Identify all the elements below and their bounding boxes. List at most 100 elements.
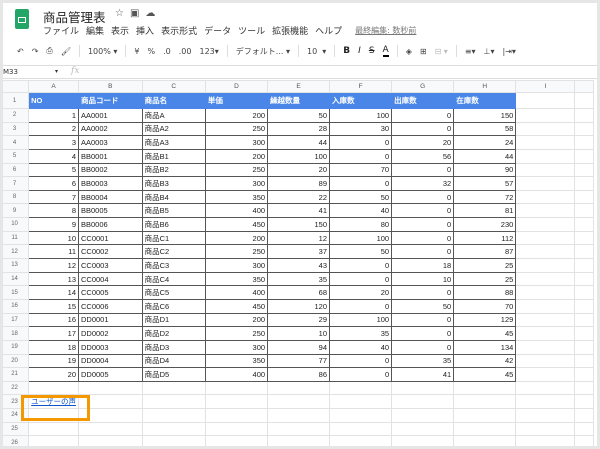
- cell[interactable]: 0: [391, 339, 455, 355]
- cell[interactable]: 30: [329, 121, 393, 137]
- cell[interactable]: 100: [329, 312, 393, 328]
- cell[interactable]: [515, 230, 576, 246]
- cell[interactable]: [574, 244, 594, 260]
- cell[interactable]: 0: [391, 108, 455, 123]
- cell[interactable]: [267, 435, 331, 446]
- zoom-select[interactable]: 100% ▾: [88, 47, 117, 56]
- chevron-down-icon[interactable]: ▾: [55, 68, 58, 75]
- cell[interactable]: [574, 326, 594, 341]
- cell[interactable]: 300: [204, 339, 269, 355]
- align-left-icon[interactable]: ≡▾: [465, 47, 476, 56]
- cell[interactable]: [204, 380, 269, 396]
- cell[interactable]: 100: [267, 148, 331, 164]
- cell[interactable]: [515, 271, 576, 287]
- cell[interactable]: AA0001: [78, 108, 143, 123]
- cell[interactable]: 90: [453, 162, 517, 178]
- number-format-button[interactable]: 123▾: [199, 47, 218, 56]
- cell[interactable]: 商品C5: [141, 285, 206, 300]
- cell[interactable]: [574, 298, 594, 314]
- row-header[interactable]: 3: [3, 121, 30, 137]
- cell[interactable]: 300: [204, 135, 269, 150]
- cell[interactable]: 72: [453, 189, 517, 205]
- font-size-select[interactable]: 10 ▾: [307, 47, 326, 56]
- cell[interactable]: [574, 435, 594, 446]
- cell[interactable]: [515, 435, 576, 446]
- cell[interactable]: CC0006: [78, 298, 143, 314]
- row-header[interactable]: 26: [3, 435, 30, 446]
- cell[interactable]: 20: [391, 135, 455, 150]
- cell[interactable]: DD0001: [78, 312, 143, 328]
- cell[interactable]: [267, 421, 331, 437]
- cell[interactable]: [391, 435, 455, 446]
- cell[interactable]: [391, 394, 455, 410]
- cell[interactable]: 10: [28, 230, 79, 246]
- cell[interactable]: [574, 189, 594, 205]
- header-cell[interactable]: 在庫数: [453, 92, 517, 109]
- cell[interactable]: 25: [453, 258, 517, 273]
- menu-item[interactable]: 編集: [86, 24, 104, 37]
- row-header[interactable]: 16: [3, 298, 30, 314]
- cell[interactable]: [515, 148, 576, 164]
- cell[interactable]: 300: [204, 258, 269, 273]
- cell[interactable]: [574, 339, 594, 355]
- row-header[interactable]: 15: [3, 285, 30, 300]
- cell[interactable]: 134: [453, 339, 517, 355]
- cell[interactable]: 45: [453, 326, 517, 341]
- cell[interactable]: 20: [28, 367, 79, 382]
- cell[interactable]: 0: [391, 312, 455, 328]
- cell[interactable]: [329, 408, 393, 423]
- cell[interactable]: 商品B4: [141, 189, 206, 205]
- cell[interactable]: [574, 92, 594, 109]
- strikethrough-button[interactable]: S: [369, 46, 375, 56]
- merge-cells-icon[interactable]: ⊟ ▾: [435, 47, 448, 56]
- row-header[interactable]: 18: [3, 326, 30, 341]
- cell[interactable]: 41: [391, 367, 455, 382]
- cell[interactable]: 0: [329, 258, 393, 273]
- cell[interactable]: 0: [329, 271, 393, 287]
- cell[interactable]: 20: [267, 162, 331, 178]
- cell[interactable]: 43: [267, 258, 331, 273]
- cell[interactable]: 129: [453, 312, 517, 328]
- percent-button[interactable]: %: [148, 47, 156, 56]
- cell[interactable]: 50: [329, 189, 393, 205]
- cell[interactable]: 57: [453, 176, 517, 191]
- cell[interactable]: [329, 380, 393, 396]
- cell[interactable]: 0: [329, 367, 393, 382]
- cell[interactable]: 商品D3: [141, 339, 206, 355]
- row-header[interactable]: 6: [3, 162, 30, 178]
- cell[interactable]: 5: [28, 162, 79, 178]
- cell[interactable]: [453, 394, 517, 410]
- cell[interactable]: 250: [204, 326, 269, 341]
- borders-icon[interactable]: ⊞: [420, 47, 427, 56]
- star-icon[interactable]: ☆: [115, 8, 130, 19]
- cell[interactable]: 200: [204, 230, 269, 246]
- cell[interactable]: [141, 435, 206, 446]
- cell[interactable]: 15: [28, 298, 79, 314]
- cell[interactable]: 0: [391, 326, 455, 341]
- cell[interactable]: [391, 421, 455, 437]
- row-header[interactable]: 5: [3, 148, 30, 164]
- row-header[interactable]: 20: [3, 353, 30, 369]
- row-header[interactable]: 14: [3, 271, 30, 287]
- cell[interactable]: 商品C6: [141, 298, 206, 314]
- cell[interactable]: 0: [329, 148, 393, 164]
- cell[interactable]: 50: [267, 108, 331, 123]
- cell[interactable]: 250: [204, 121, 269, 137]
- cell[interactable]: 400: [204, 367, 269, 382]
- cell[interactable]: [574, 380, 594, 396]
- cell[interactable]: 44: [267, 135, 331, 150]
- cell[interactable]: 商品B5: [141, 203, 206, 219]
- decrease-decimal-button[interactable]: .0: [163, 47, 171, 56]
- cell[interactable]: 400: [204, 285, 269, 300]
- header-cell[interactable]: 繰越数量: [267, 92, 331, 109]
- cell[interactable]: 350: [204, 271, 269, 287]
- header-cell[interactable]: 出庫数: [391, 92, 455, 109]
- cell[interactable]: 29: [267, 312, 331, 328]
- cell[interactable]: 300: [204, 176, 269, 191]
- cell[interactable]: 50: [391, 298, 455, 314]
- cell[interactable]: 商品D4: [141, 353, 206, 369]
- cell[interactable]: 35: [391, 353, 455, 369]
- cell[interactable]: 120: [267, 298, 331, 314]
- cell[interactable]: 400: [204, 203, 269, 219]
- menu-item[interactable]: 表示: [111, 24, 129, 37]
